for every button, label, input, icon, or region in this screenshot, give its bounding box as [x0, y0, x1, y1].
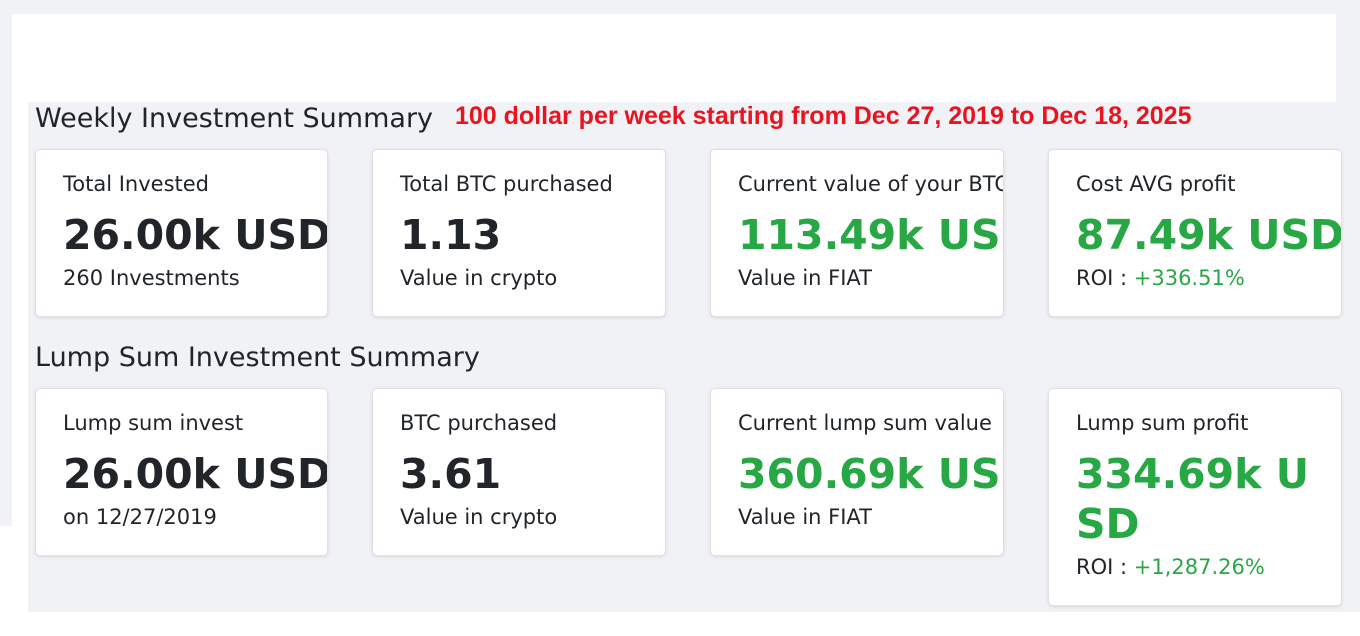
- card-subtext: on 12/27/2019: [63, 505, 217, 529]
- header-blank-area: [12, 14, 1336, 102]
- card-subtext: Value in crypto: [400, 266, 558, 290]
- card-label: Total Invested: [63, 172, 209, 196]
- card-subtext: 260 Investments: [63, 266, 240, 290]
- card-current-value: Current value of your BTC 113.49k USD Va…: [710, 149, 1004, 317]
- card-lump-invest: Lump sum invest 26.00k USD on 12/27/2019: [35, 388, 328, 556]
- card-lump-current-value: Current lump sum value 360.69k USD Value…: [710, 388, 1004, 556]
- roi-line: ROI : +336.51%: [1076, 264, 1341, 292]
- card-value: 87.49k USD: [1076, 211, 1342, 259]
- roi-line: ROI : +1,287.26%: [1076, 553, 1341, 581]
- roi-label: ROI :: [1076, 555, 1134, 579]
- card-btc-purchased: BTC purchased 3.61 Value in crypto: [372, 388, 666, 556]
- page-background: [1336, 14, 1360, 102]
- lump-summary-title: Lump Sum Investment Summary: [35, 342, 480, 373]
- card-label: Lump sum profit: [1076, 411, 1249, 435]
- annotation-text: 100 dollar per week starting from Dec 27…: [455, 102, 1192, 130]
- card-value: 1.13: [400, 211, 502, 259]
- page-background: [0, 14, 12, 526]
- card-subtext: Value in FIAT: [738, 266, 872, 290]
- roi-value: +336.51%: [1133, 266, 1245, 290]
- card-value: 26.00k USD: [63, 450, 328, 498]
- card-label: Total BTC purchased: [400, 172, 613, 196]
- roi-label: ROI :: [1076, 266, 1134, 290]
- roi-value: +1,287.26%: [1133, 555, 1265, 579]
- card-label: Current value of your BTC: [738, 172, 1004, 196]
- card-label: Current lump sum value: [738, 411, 992, 435]
- card-value: 26.00k USD: [63, 211, 328, 259]
- card-cost-avg-profit: Cost AVG profit 87.49k USD ROI : +336.51…: [1048, 149, 1342, 317]
- card-subtext: Value in FIAT: [738, 505, 872, 529]
- card-label: Lump sum invest: [63, 411, 244, 435]
- card-total-invested: Total Invested 26.00k USD 260 Investment…: [35, 149, 328, 317]
- card-subtext: Value in crypto: [400, 505, 558, 529]
- page-background: [0, 0, 1360, 14]
- card-label: Cost AVG profit: [1076, 172, 1236, 196]
- card-value: 3.61: [400, 450, 502, 498]
- card-value: 334.69k USD: [1076, 450, 1310, 548]
- weekly-summary-title: Weekly Investment Summary: [35, 103, 434, 134]
- card-lump-profit: Lump sum profit 334.69k USD ROI : +1,287…: [1048, 388, 1342, 606]
- card-total-btc: Total BTC purchased 1.13 Value in crypto: [372, 149, 666, 317]
- card-label: BTC purchased: [400, 411, 558, 435]
- card-value: 360.69k USD: [738, 450, 1003, 498]
- card-value: 113.49k USD: [738, 211, 1003, 259]
